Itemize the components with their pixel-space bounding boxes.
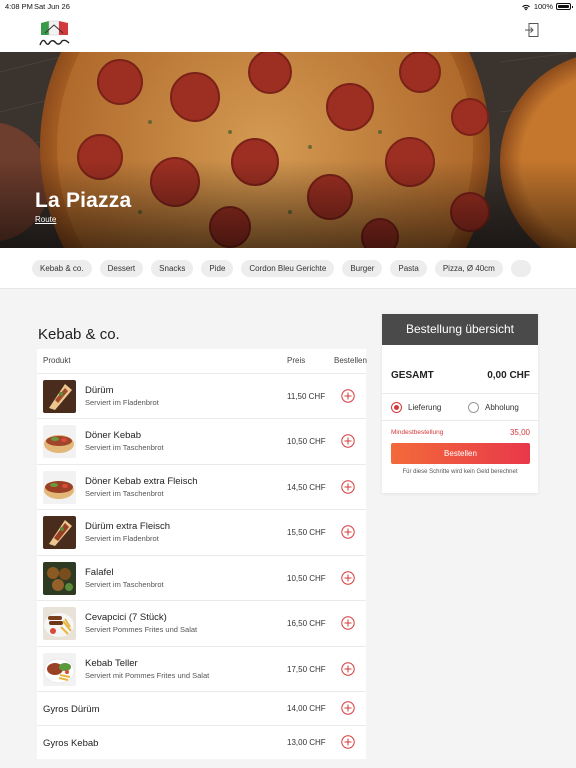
battery-percent: 100%: [533, 2, 553, 11]
category-chip-pasta[interactable]: Pasta: [390, 260, 427, 277]
category-bar: Kebab & co. Dessert Snacks Pide Cordon B…: [0, 248, 576, 289]
hero-banner: La Piazza Route: [0, 52, 576, 248]
add-to-cart-icon[interactable]: [341, 389, 355, 403]
item-price: 13,00 CHF: [287, 738, 326, 747]
item-name: Kebab Teller: [85, 658, 138, 669]
item-name: Falafel: [85, 567, 114, 578]
menu-row[interactable]: Dürüm extra Fleisch Serviert im Fladenbr…: [37, 510, 366, 556]
item-description: Serviert im Taschenbrot: [85, 443, 164, 452]
order-button[interactable]: Bestellen: [391, 443, 530, 464]
item-price: 10,50 CHF: [287, 574, 326, 583]
item-name: Dürüm: [85, 385, 114, 396]
wifi-icon: [521, 4, 530, 10]
route-link[interactable]: Route: [35, 215, 56, 224]
item-description: Serviert mit Pommes Frites und Salat: [85, 671, 210, 680]
durum-extra-image: [43, 516, 76, 549]
kebab-teller-image: [43, 653, 76, 686]
menu-row[interactable]: Dürüm Serviert im Fladenbrot 11,50 CHF: [37, 374, 366, 419]
category-chip-snacks[interactable]: Snacks: [151, 260, 194, 277]
add-to-cart-icon[interactable]: [341, 662, 355, 676]
category-chip-cordon-bleu[interactable]: Cordon Bleu Gerichte: [241, 260, 335, 277]
add-to-cart-icon[interactable]: [341, 480, 355, 494]
category-chip-burger[interactable]: Burger: [342, 260, 383, 277]
item-name: Dürüm extra Fleisch: [85, 521, 170, 532]
divider: [382, 420, 538, 421]
item-price: 10,50 CHF: [287, 437, 326, 446]
category-chip-pide[interactable]: Pide: [201, 260, 234, 277]
delivery-label[interactable]: Lieferung: [408, 403, 441, 412]
menu-row[interactable]: Kebab Teller Serviert mit Pommes Frites …: [37, 647, 366, 692]
item-price: 14,50 CHF: [287, 483, 326, 492]
item-description: Serviert im Taschenbrot: [85, 580, 164, 589]
add-to-cart-icon[interactable]: [341, 701, 355, 715]
category-chip-pizza[interactable]: Pizza, Ø 40cm: [434, 260, 503, 277]
status-right: 100%: [521, 2, 573, 11]
doner-kebab-extra-image: [43, 471, 76, 504]
section-title: Kebab & co.: [38, 326, 120, 343]
cevapcici-image: [43, 607, 76, 640]
restaurant-logo[interactable]: [37, 20, 73, 48]
item-price: 11,50 CHF: [287, 392, 326, 401]
item-name: Döner Kebab: [85, 430, 141, 441]
add-to-cart-icon[interactable]: [341, 616, 355, 630]
add-to-cart-icon[interactable]: [341, 735, 355, 749]
add-to-cart-icon[interactable]: [341, 525, 355, 539]
item-name: Cevapcici (7 Stück): [85, 612, 167, 623]
order-note: Für diese Schritte wird kein Geld berech…: [402, 469, 518, 475]
order-summary-title: Bestellung übersicht: [382, 314, 538, 345]
pickup-radio[interactable]: [468, 402, 479, 413]
divider: [382, 393, 538, 394]
item-description: Serviert im Fladenbrot: [85, 398, 159, 407]
menu-table: Produkt Preis Bestellen Dürüm Serviert i…: [37, 349, 367, 759]
min-order-label: Mindestbestellung: [391, 429, 444, 436]
category-list: Kebab & co. Dessert Snacks Pide Cordon B…: [32, 260, 531, 277]
durum-image: [43, 380, 76, 413]
item-price: 15,50 CHF: [287, 528, 326, 537]
hero-overlay: [0, 52, 576, 248]
order-summary: Bestellung übersicht GESAMT 0,00 CHF Lie…: [382, 314, 538, 493]
category-chip-kebab[interactable]: Kebab & co.: [32, 260, 92, 277]
menu-row[interactable]: Döner Kebab Serviert im Taschenbrot 10,5…: [37, 419, 366, 465]
status-bar: 4:08 PM Sat Jun 26 100%: [0, 0, 576, 14]
battery-icon: [556, 3, 573, 10]
item-description: Serviert im Taschenbrot: [85, 489, 164, 498]
status-time: 4:08 PM: [5, 2, 33, 11]
menu-row[interactable]: Döner Kebab extra Fleisch Serviert im Ta…: [37, 465, 366, 510]
falafel-image: [43, 562, 76, 595]
item-description: Serviert im Fladenbrot: [85, 534, 159, 543]
column-header-order: Bestellen: [334, 356, 367, 365]
item-price: 16,50 CHF: [287, 619, 326, 628]
table-header: Produkt Preis Bestellen: [37, 349, 367, 374]
add-to-cart-icon[interactable]: [341, 571, 355, 585]
min-order-value: 35,00: [509, 428, 530, 437]
item-name: Gyros Kebab: [43, 738, 99, 749]
app-header: [0, 14, 576, 52]
pickup-label[interactable]: Abholung: [485, 403, 519, 412]
item-name: Döner Kebab extra Fleisch: [85, 476, 198, 487]
restaurant-name: La Piazza: [35, 189, 132, 212]
menu-row[interactable]: Falafel Serviert im Taschenbrot 10,50 CH…: [37, 556, 366, 601]
add-to-cart-icon[interactable]: [341, 434, 355, 448]
column-header-price: Preis: [287, 356, 306, 365]
total-value: 0,00 CHF: [487, 370, 530, 381]
delivery-radio[interactable]: [391, 402, 402, 413]
logout-icon[interactable]: [524, 22, 540, 38]
menu-row[interactable]: Cevapcici (7 Stück) Serviert Pommes Frit…: [37, 601, 366, 647]
item-name: Gyros Dürüm: [43, 704, 100, 715]
status-date: Sat Jun 26: [34, 2, 70, 11]
column-header-product: Produkt: [43, 356, 71, 365]
item-price: 14,00 CHF: [287, 704, 326, 713]
item-description: Serviert Pommes Frites und Salat: [85, 625, 198, 634]
total-label: GESAMT: [391, 370, 434, 381]
menu-row[interactable]: Gyros Kebab 13,00 CHF: [37, 726, 366, 759]
doner-kebab-image: [43, 425, 76, 458]
item-price: 17,50 CHF: [287, 665, 326, 674]
menu-row[interactable]: Gyros Dürüm 14,00 CHF: [37, 692, 366, 726]
category-chip-dessert[interactable]: Dessert: [99, 260, 144, 277]
category-chip-more[interactable]: [510, 260, 531, 277]
